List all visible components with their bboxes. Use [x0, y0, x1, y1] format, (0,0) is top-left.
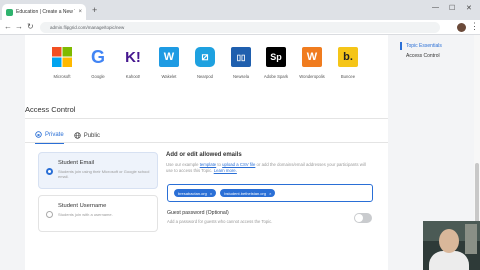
wonderopolis-logo-icon: W: [302, 47, 322, 67]
browser-menu-icon[interactable]: ⋮: [470, 21, 479, 32]
radio-unselected-icon[interactable]: [46, 211, 53, 218]
section-title-access-control: Access Control: [25, 105, 76, 114]
allowed-emails-input[interactable]: bresabactan.org × bstudent.bethelstan.org…: [167, 184, 373, 202]
email-domain-chip[interactable]: bresabactan.org ×: [174, 189, 217, 197]
sidebar-item-access-control[interactable]: Access Control: [398, 51, 474, 61]
webcam-person-head: [439, 229, 459, 253]
forward-icon[interactable]: →: [15, 22, 23, 31]
google-logo-icon: G: [90, 46, 105, 67]
integration-google[interactable]: G Google: [81, 46, 115, 80]
address-bar[interactable]: admin.flipgrid.com/manage/topic/new: [40, 22, 440, 33]
integration-nearpod[interactable]: ⧄ Nearpod: [188, 47, 222, 79]
wakelet-logo-icon: W: [159, 47, 179, 67]
kahoot-logo-icon: K!: [125, 48, 141, 66]
integration-buncee[interactable]: b. Buncee: [331, 47, 365, 79]
radio-selected-icon[interactable]: [46, 168, 53, 175]
sidebar-item-topic-essentials[interactable]: Topic Essentials: [398, 41, 474, 51]
settings-sidebar: Topic Essentials Access Control: [398, 41, 474, 61]
browser-toolbar: ← → ↻ admin.flipgrid.com/manage/topic/ne…: [0, 20, 480, 35]
buncee-logo-icon: b.: [338, 47, 358, 67]
remove-chip-icon[interactable]: ×: [210, 191, 212, 196]
option-title: Student Email: [58, 160, 95, 166]
option-title: Student Username: [58, 203, 107, 209]
scrollbar-thumb[interactable]: [475, 163, 479, 223]
profile-avatar[interactable]: [457, 23, 466, 32]
desc-text: Use our example: [166, 162, 200, 167]
integration-label: Microsoft: [53, 74, 71, 79]
guest-password-section: Guest password (Optional) Add a password…: [167, 210, 377, 224]
new-tab-button[interactable]: +: [92, 6, 97, 15]
template-link[interactable]: template: [200, 162, 216, 167]
guest-password-toggle[interactable]: [354, 213, 372, 223]
integration-newsela[interactable]: ▯▯ Newsela: [224, 47, 258, 79]
guest-password-description: Add a password for guests who cannot acc…: [167, 219, 273, 224]
integration-label: Google: [91, 74, 105, 79]
allowed-emails-heading: Add or edit allowed emails: [166, 152, 242, 158]
webcam-background-object: [465, 224, 477, 254]
learn-more-link[interactable]: Learn more.: [214, 168, 237, 173]
maximize-icon[interactable]: ☐: [449, 4, 455, 12]
browser-tab-bar: Education | Create a New Topic × + — ☐ ✕: [0, 0, 480, 20]
integration-label: Newsela: [232, 74, 250, 79]
close-tab-icon[interactable]: ×: [78, 9, 82, 15]
integration-label: Wakelet: [161, 74, 177, 79]
back-icon[interactable]: ←: [4, 22, 12, 31]
integration-label: Buncee: [340, 74, 356, 79]
browser-tab[interactable]: Education | Create a New Topic ×: [2, 4, 86, 20]
close-window-icon[interactable]: ✕: [466, 4, 472, 12]
allowed-emails-panel: Add or edit allowed emails Use our examp…: [166, 152, 371, 174]
allowed-emails-description: Use our example template to upload a CSV…: [166, 162, 371, 174]
option-student-username[interactable]: Student Username Students join with a us…: [38, 195, 158, 232]
webcam-overlay: [423, 221, 480, 270]
integration-microsoft[interactable]: Microsoft: [45, 47, 79, 79]
option-description: Students join using their Microsoft or G…: [58, 169, 150, 179]
section-divider: [25, 118, 388, 119]
adobe-spark-logo-icon: Sp: [266, 47, 286, 67]
toggle-knob: [355, 214, 363, 222]
integration-kahoot[interactable]: K! Kahoot!: [116, 47, 150, 80]
globe-icon: [73, 132, 81, 139]
remove-chip-icon[interactable]: ×: [269, 191, 271, 196]
chip-label: bstudent.bethelstan.org: [224, 190, 267, 196]
reload-icon[interactable]: ↻: [27, 22, 34, 31]
integration-wonderopolis[interactable]: W Wonderopolis: [295, 47, 329, 79]
integration-wakelet[interactable]: W Wakelet: [152, 47, 186, 79]
email-domain-chip[interactable]: bstudent.bethelstan.org ×: [220, 189, 276, 197]
integration-label: Wonderopolis: [299, 74, 325, 79]
tab-public-label: Public: [83, 132, 101, 139]
flipgrid-favicon-icon: [6, 8, 13, 16]
upload-csv-link[interactable]: upload a CSV file: [222, 162, 255, 167]
integration-label: Adobe Spark: [263, 74, 289, 79]
integration-label: Kahoot!: [125, 74, 141, 79]
nearpod-logo-icon: ⧄: [195, 47, 215, 67]
topic-settings-card: Microsoft G Google K! Kahoot! W Wakelet …: [25, 35, 388, 270]
lock-icon: [35, 131, 42, 138]
address-url: admin.flipgrid.com/manage/topic/new: [50, 25, 125, 30]
microsoft-logo-icon: [52, 47, 72, 67]
tab-private-label: Private: [45, 131, 64, 138]
tab-title: Education | Create a New Topic: [16, 9, 75, 15]
tabs-divider: [25, 142, 388, 143]
option-student-email[interactable]: Student Email Students join using their …: [38, 152, 158, 189]
webcam-person-body: [429, 251, 469, 270]
guest-password-heading: Guest password (Optional): [167, 210, 229, 216]
integration-adobe-spark[interactable]: Sp Adobe Spark: [259, 47, 293, 79]
chip-label: bresabactan.org: [178, 190, 207, 196]
integration-label: Nearpod: [196, 74, 214, 79]
newsela-logo-icon: ▯▯: [231, 47, 251, 67]
option-description: Students join with a username.: [58, 212, 113, 217]
minimize-icon[interactable]: —: [432, 4, 439, 11]
